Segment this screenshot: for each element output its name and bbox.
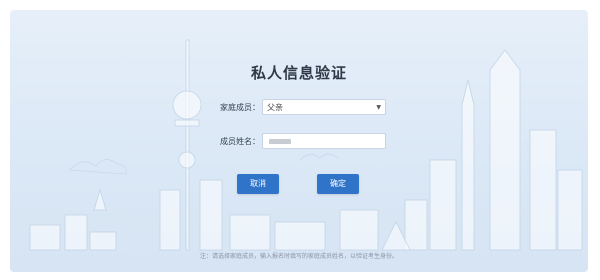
verification-panel: 私人信息验证 家庭成员： 父亲 ▼ 成员姓名： 取消 确定 注：请选择家庭成员，… — [10, 10, 588, 272]
redacted-name-block — [269, 139, 291, 144]
family-member-row: 家庭成员： 父亲 ▼ — [194, 98, 386, 116]
member-name-row: 成员姓名： — [194, 132, 386, 150]
family-member-select[interactable]: 父亲 ▼ — [262, 99, 386, 115]
member-name-input[interactable] — [262, 133, 386, 149]
family-member-label: 家庭成员： — [220, 102, 260, 112]
page-title: 私人信息验证 — [250, 64, 347, 82]
confirm-button[interactable]: 确定 — [317, 174, 359, 194]
cancel-button[interactable]: 取消 — [237, 174, 279, 194]
member-name-label: 成员姓名： — [220, 136, 260, 146]
chevron-down-icon: ▼ — [376, 104, 381, 111]
instruction-note: 注：请选择家庭成员，输入报名时填写的家庭成员姓名，以验证考生身份。 — [199, 253, 398, 260]
family-member-value: 父亲 — [267, 103, 283, 112]
